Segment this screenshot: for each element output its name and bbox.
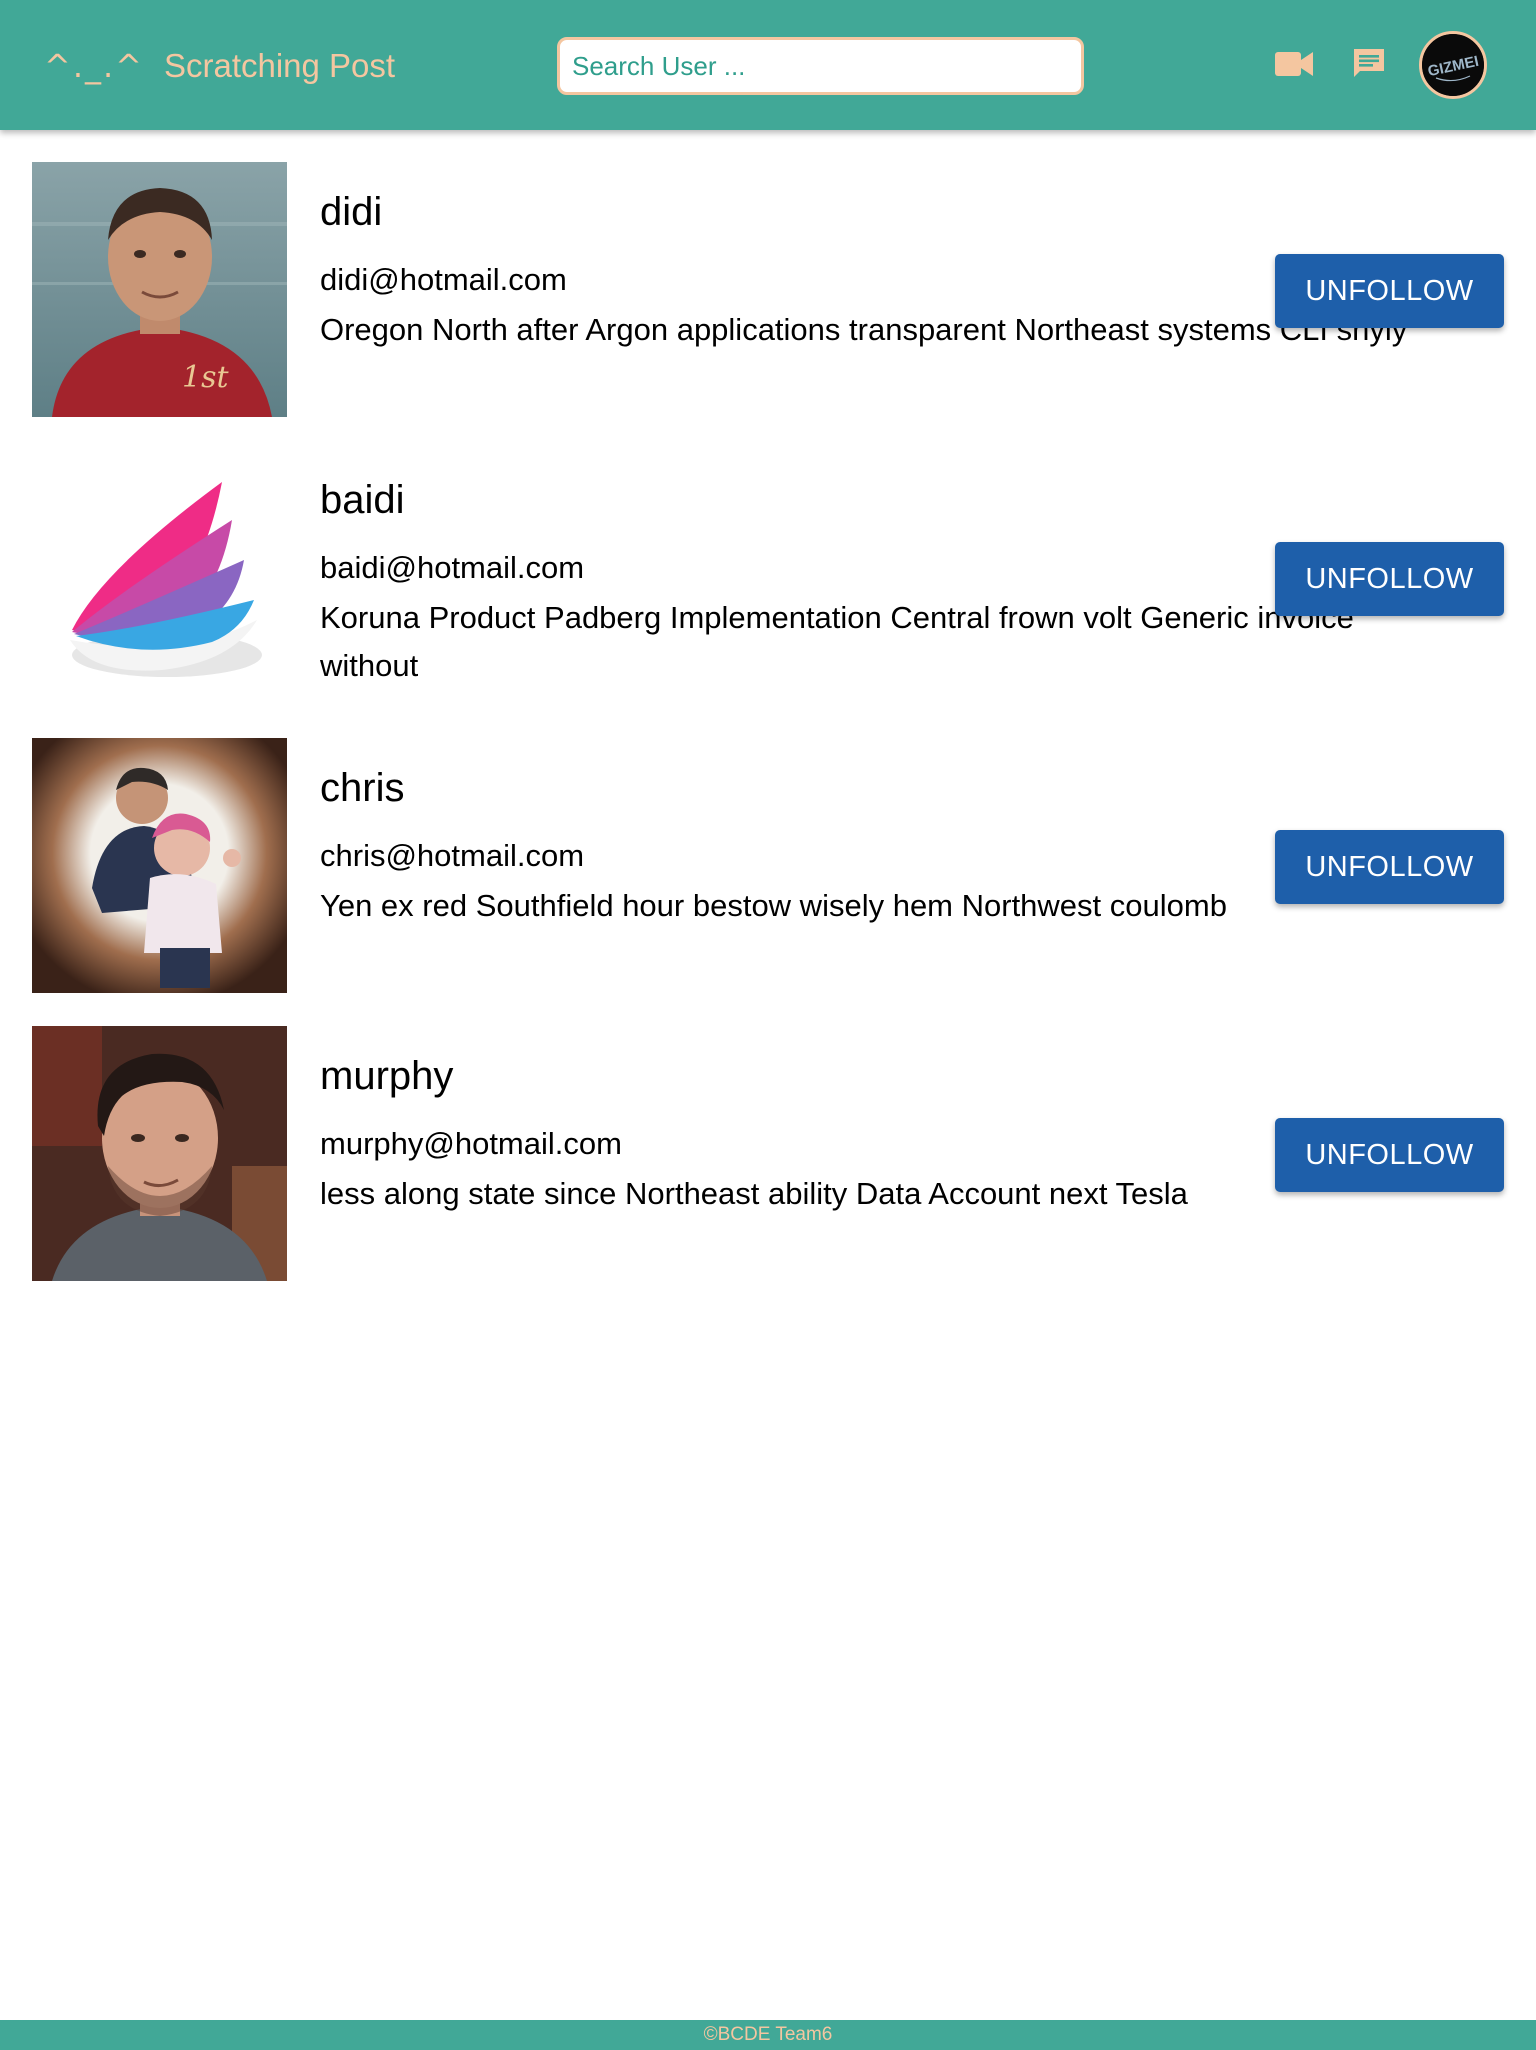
user-list: 1st didi didi@hotmail.com Oregon North a… [0, 130, 1536, 1282]
copyright-text: ©BCDE Team6 [703, 2024, 833, 2045]
user-photo-didi: 1st [32, 162, 287, 417]
user-row: 1st didi didi@hotmail.com Oregon North a… [0, 130, 1536, 418]
user-row: murphy murphy@hotmail.com less along sta… [0, 994, 1536, 1282]
user-bio: Yen ex red Southfield hour bestow wisely… [320, 888, 1227, 923]
svg-text:1st: 1st [182, 360, 229, 395]
user-name[interactable]: chris [320, 764, 404, 812]
chat-message-icon[interactable] [1345, 40, 1393, 88]
user-avatar[interactable]: GIZMEI [1419, 31, 1487, 99]
user-email: didi@hotmail.com [320, 262, 567, 297]
user-bio: Oregon North after Argon applications tr… [320, 312, 1408, 347]
user-name[interactable]: murphy [320, 1052, 453, 1100]
footer: ©BCDE Team6 [0, 2020, 1536, 2050]
user-email: chris@hotmail.com [320, 838, 585, 873]
page: ^._.^ Scratching Post GIZMEI [0, 0, 1536, 2050]
user-row: chris chris@hotmail.com Yen ex red South… [0, 706, 1536, 994]
unfollow-button[interactable]: UNFOLLOW [1275, 830, 1504, 904]
unfollow-button[interactable]: UNFOLLOW [1275, 254, 1504, 328]
search-box [557, 37, 1084, 95]
app-title: Scratching Post [163, 47, 396, 84]
brand[interactable]: ^._.^ Scratching Post [44, 44, 395, 88]
user-photo-chris [32, 738, 287, 993]
user-row: baidi baidi@hotmail.com Koruna Product P… [0, 418, 1536, 706]
user-bio: Koruna Product Padberg Implementation Ce… [320, 600, 1354, 683]
user-email: baidi@hotmail.com [320, 550, 585, 585]
user-name[interactable]: baidi [320, 476, 405, 524]
search-input[interactable] [560, 40, 1081, 92]
app-bar: ^._.^ Scratching Post GIZMEI [0, 0, 1536, 130]
user-email: murphy@hotmail.com [320, 1126, 622, 1161]
user-photo-murphy [32, 1026, 287, 1281]
user-bio: less along state since Northeast ability… [320, 1176, 1188, 1211]
video-camera-icon[interactable] [1270, 40, 1318, 88]
cat-face-logo: ^._.^ [44, 47, 144, 85]
unfollow-button[interactable]: UNFOLLOW [1275, 542, 1504, 616]
user-photo-baidi [32, 450, 287, 705]
user-name[interactable]: didi [320, 188, 382, 236]
unfollow-button[interactable]: UNFOLLOW [1275, 1118, 1504, 1192]
